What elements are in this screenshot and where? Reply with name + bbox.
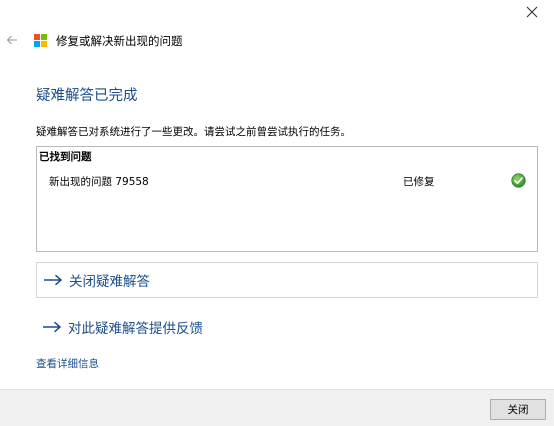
header-title: 修复或解决新出现的问题 — [56, 34, 183, 48]
window-close-button[interactable] — [518, 0, 546, 24]
result-row: 新出现的问题 79558 已修复 — [37, 171, 537, 189]
back-arrow-icon — [6, 35, 17, 45]
green-check-icon — [511, 173, 526, 188]
close-troubleshooter-link[interactable]: 关闭疑难解答 — [36, 262, 538, 298]
feedback-link[interactable]: 对此疑难解答提供反馈 — [36, 310, 538, 344]
close-button[interactable]: 关闭 — [490, 399, 546, 420]
feedback-label: 对此疑难解答提供反馈 — [68, 321, 203, 337]
close-troubleshooter-label: 关闭疑难解答 — [69, 274, 150, 290]
result-name: 新出现的问题 79558 — [49, 176, 149, 188]
right-arrow-icon — [43, 273, 63, 287]
right-arrow-icon — [42, 320, 62, 334]
results-list: 已找到问题 新出现的问题 79558 已修复 — [36, 146, 538, 252]
page-title: 疑难解答已完成 — [36, 88, 138, 104]
footer-bar: 关闭 — [0, 389, 554, 426]
result-status: 已修复 — [403, 176, 435, 188]
header: 修复或解决新出现的问题 — [34, 33, 183, 49]
view-details-link[interactable]: 查看详细信息 — [36, 356, 99, 371]
close-icon — [526, 6, 538, 18]
results-header: 已找到问题 — [39, 151, 92, 163]
page-description: 疑难解答已对系统进行了一些更改。请尝试之前曾尝试执行的任务。 — [36, 126, 351, 138]
back-button[interactable] — [4, 32, 20, 48]
windows-logo-icon — [34, 34, 48, 48]
